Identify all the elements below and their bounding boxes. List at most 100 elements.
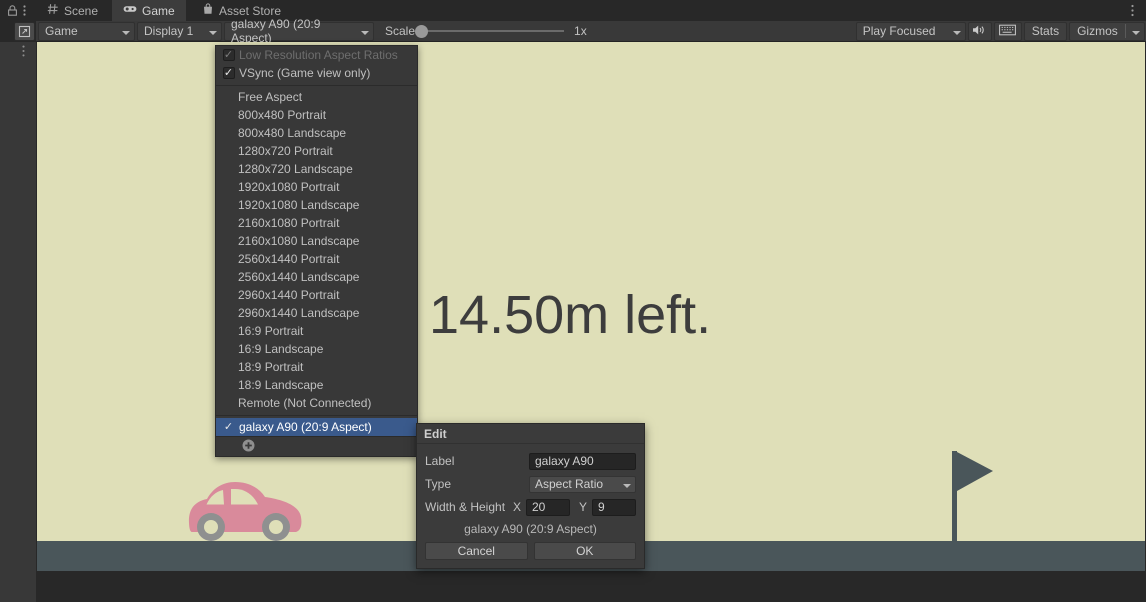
view-mode-dropdown[interactable]: Game	[38, 21, 135, 41]
gamepad-icon	[123, 3, 137, 18]
mute-audio-button[interactable]	[967, 21, 992, 41]
rail-body	[0, 42, 36, 602]
panel-kebab-icon[interactable]	[17, 44, 30, 58]
type-dropdown[interactable]: Aspect Ratio	[529, 475, 636, 493]
menu-item-label: 2960x1440 Landscape	[238, 306, 360, 320]
add-aspect-ratio-button[interactable]	[216, 437, 417, 456]
ok-button[interactable]: OK	[533, 542, 636, 560]
menu-item-label: 2560x1440 Landscape	[238, 270, 360, 284]
menu-item-aspect[interactable]: 1280x720 Landscape	[216, 160, 417, 178]
checkbox-icon: ✓	[222, 48, 235, 61]
menu-item-label: 1920x1080 Portrait	[238, 180, 340, 194]
y-axis-label: Y	[579, 500, 588, 514]
size-field-label: Width & Height	[425, 500, 506, 514]
tab-scene[interactable]: Scene	[36, 0, 109, 21]
tab-game[interactable]: Game	[112, 0, 186, 21]
game-view-toolbar: Game Display 1 galaxy A90 (20:9 Aspect) …	[36, 17, 1146, 45]
aspect-ratio-label: galaxy A90 (20:9 Aspect)	[231, 17, 321, 45]
chevron-down-icon	[623, 477, 631, 491]
menu-item-aspect[interactable]: 2960x1440 Portrait	[216, 286, 417, 304]
type-dropdown-value: Aspect Ratio	[535, 477, 604, 491]
menu-item-aspect[interactable]: 2160x1080 Landscape	[216, 232, 417, 250]
menu-item-aspect[interactable]: 16:9 Landscape	[216, 340, 417, 358]
chevron-down-icon[interactable]	[1124, 24, 1140, 38]
checkbox-icon: ✓	[222, 66, 235, 79]
width-field[interactable]: 20	[526, 498, 570, 516]
gizmos-button[interactable]: Gizmos	[1069, 21, 1145, 41]
menu-separator	[216, 415, 417, 416]
size-field-row: Width & Height X 20 Y 9	[425, 497, 636, 517]
chevron-down-icon	[114, 24, 130, 38]
chevron-down-icon	[201, 24, 217, 38]
scale-value: 1x	[574, 24, 587, 38]
menu-item-label: 1280x720 Portrait	[238, 144, 333, 158]
unity-editor-window: Scene Game Asset Store Game Display 1 ga…	[0, 0, 1146, 602]
chevron-down-icon	[945, 24, 961, 38]
tab-bar: Scene Game Asset Store	[36, 0, 1146, 21]
scale-slider-handle[interactable]	[415, 25, 429, 38]
chevron-down-icon	[353, 24, 369, 38]
check-icon: ✓	[223, 420, 234, 433]
menu-item-label: 800x480 Portrait	[238, 108, 327, 122]
label-field-row: Label galaxy A90	[425, 451, 636, 471]
menu-item-aspect[interactable]: 16:9 Portrait	[216, 322, 417, 340]
grid-icon	[47, 3, 59, 18]
menu-item-label: galaxy A90 (20:9 Aspect)	[239, 420, 372, 434]
scale-slider-track[interactable]	[415, 25, 565, 38]
menu-item-aspect[interactable]: 18:9 Portrait	[216, 358, 417, 376]
width-height-inputs: X 20 Y 9	[513, 498, 636, 516]
menu-item-label: VSync (Game view only)	[239, 66, 371, 80]
menu-item-aspect[interactable]: Remote (Not Connected)	[216, 394, 417, 412]
aspect-ratio-dropdown[interactable]: galaxy A90 (20:9 Aspect)	[224, 17, 374, 45]
type-field-label: Type	[425, 477, 452, 491]
menu-item-label: 1280x720 Landscape	[238, 162, 353, 176]
dialog-title: Edit	[417, 424, 644, 444]
display-dropdown[interactable]: Display 1	[137, 21, 222, 41]
menu-item-aspect[interactable]: 18:9 Landscape	[216, 376, 417, 394]
label-field[interactable]: galaxy A90	[529, 452, 636, 470]
x-axis-label: X	[513, 500, 522, 514]
menu-item-aspect[interactable]: ✓ VSync (Game view only)	[216, 64, 417, 82]
play-mode-dropdown[interactable]: Play Focused	[855, 21, 966, 41]
menu-item-aspect[interactable]: ✓ Low Resolution Aspect Ratios	[216, 46, 417, 64]
cancel-button[interactable]: Cancel	[425, 542, 528, 560]
menu-item-label: 16:9 Portrait	[238, 324, 304, 338]
menu-item-label: 2560x1440 Portrait	[238, 252, 340, 266]
label-field-label: Label	[425, 454, 455, 468]
window-kebab-icon[interactable]	[1126, 3, 1139, 18]
menu-item-aspect[interactable]: 1280x720 Portrait	[216, 142, 417, 160]
menu-item-aspect[interactable]: 800x480 Portrait	[216, 106, 417, 124]
gizmos-label: Gizmos	[1077, 24, 1118, 38]
dialog-body: Label galaxy A90 Type Aspect Ratio Width…	[417, 444, 644, 568]
height-field[interactable]: 9	[592, 498, 636, 516]
menu-item-aspect[interactable]: 2560x1440 Landscape	[216, 268, 417, 286]
menu-item-aspect[interactable]: 1920x1080 Landscape	[216, 196, 417, 214]
menu-item-label: 18:9 Portrait	[238, 360, 304, 374]
aspect-ratio-menu[interactable]: ✓ Low Resolution Aspect Ratios ✓ VSync (Gam…	[215, 45, 418, 457]
flag-sprite	[944, 449, 1004, 543]
tab-game-label: Game	[142, 3, 175, 18]
edit-aspect-dialog: Edit Label galaxy A90 Type Aspect Ratio …	[416, 423, 645, 569]
distance-text: 14.50m left.	[429, 285, 712, 345]
stats-button[interactable]: Stats	[1023, 21, 1068, 41]
plus-circle-icon[interactable]	[242, 439, 255, 455]
menu-item-aspect[interactable]: ✓ galaxy A90 (20:9 Aspect)	[216, 418, 417, 436]
aspect-preview-text: galaxy A90 (20:9 Aspect)	[464, 522, 597, 536]
menu-item-label: 18:9 Landscape	[238, 378, 324, 392]
kebab-menu-icon[interactable]	[18, 4, 31, 17]
dialog-button-row: Cancel OK	[425, 542, 636, 560]
menu-item-aspect[interactable]: 2560x1440 Portrait	[216, 250, 417, 268]
stats-toggle-button[interactable]	[993, 21, 1022, 41]
menu-item-aspect[interactable]: 800x480 Landscape	[216, 124, 417, 142]
maximize-icon[interactable]	[14, 22, 35, 41]
menu-item-aspect[interactable]: 2960x1440 Landscape	[216, 304, 417, 322]
menu-item-label: Remote (Not Connected)	[238, 396, 372, 410]
menu-item-aspect[interactable]: 2160x1080 Portrait	[216, 214, 417, 232]
play-mode-label: Play Focused	[862, 24, 936, 38]
display-label: Display 1	[144, 24, 194, 38]
scale-slider[interactable]	[415, 25, 565, 38]
tab-asset-store-label: Asset Store	[219, 3, 282, 18]
menu-item-aspect[interactable]: Free Aspect	[216, 88, 417, 106]
menu-item-aspect[interactable]: 1920x1080 Portrait	[216, 178, 417, 196]
scale-label: Scale	[385, 24, 416, 38]
